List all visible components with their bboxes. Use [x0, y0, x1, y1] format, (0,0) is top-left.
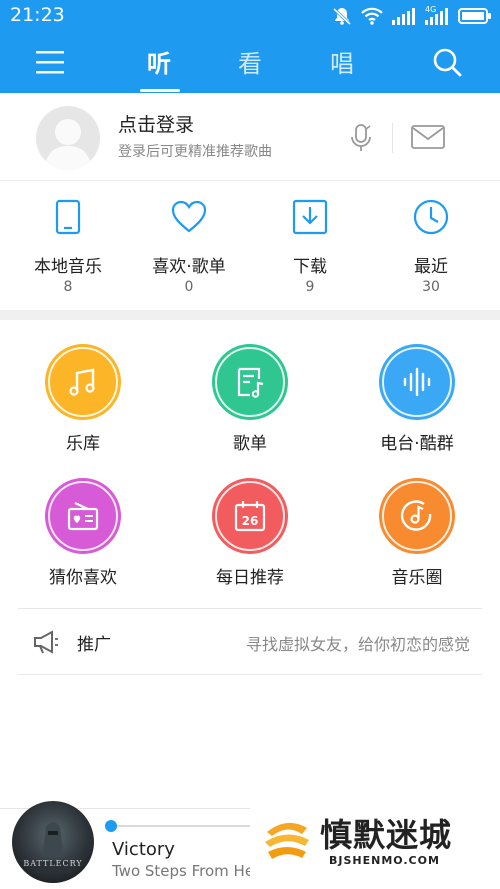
active-tab-indicator	[140, 89, 180, 92]
grid-icon-circle	[212, 344, 288, 420]
app-root: 21:23 4G 听 看 唱 点击登录 登录后可更精准推荐歌曲 本地音乐 8 喜…	[0, 0, 500, 889]
search-icon[interactable]	[432, 47, 462, 77]
clock-icon	[413, 199, 449, 235]
signal-icon	[392, 7, 416, 25]
quick-item-count: 8	[63, 279, 73, 295]
quick-item-local-music[interactable]: 本地音乐 8	[8, 182, 128, 310]
quick-item-favorites[interactable]: 喜欢·歌单 0	[129, 182, 249, 310]
album-cover[interactable]: BATTLECRY	[12, 801, 94, 883]
download-icon	[292, 199, 328, 235]
heart-icon	[171, 200, 207, 233]
phone-icon	[55, 199, 81, 235]
quick-item-download[interactable]: 下载 9	[250, 182, 370, 310]
signal-4g-icon: 4G	[425, 5, 449, 25]
mail-icon[interactable]	[411, 125, 445, 149]
mute-icon	[332, 6, 352, 26]
grid-item-daily-recommend[interactable]: 26 每日推荐	[175, 478, 325, 608]
status-bar: 21:23 4G	[0, 0, 500, 32]
quick-item-recent[interactable]: 最近 30	[371, 182, 491, 310]
progress-knob[interactable]	[105, 820, 117, 832]
grid-item-label: 电台·酷群	[380, 434, 454, 454]
music-circle-icon	[400, 500, 432, 531]
battery-icon	[458, 7, 492, 25]
grid-item-music-circle[interactable]: 音乐圈	[342, 478, 492, 608]
grid-icon-circle: 26	[212, 478, 288, 554]
watermark: 慎默迷城 BJSHENMO.COM	[250, 800, 500, 889]
playlist-icon	[237, 367, 264, 398]
divider	[392, 123, 393, 153]
megaphone-icon	[34, 630, 58, 654]
login-subtitle: 登录后可更精准推荐歌曲	[118, 144, 272, 160]
quick-access-row: 本地音乐 8 喜欢·歌单 0 下载 9 最近 30	[0, 182, 500, 310]
wifi-icon	[361, 7, 383, 25]
top-nav-bar: 听 看 唱	[0, 32, 500, 93]
grid-item-radio[interactable]: 电台·酷群	[342, 344, 492, 474]
section-gap	[0, 310, 500, 320]
radio-heart-icon	[67, 502, 99, 531]
quick-item-label: 最近	[414, 257, 448, 277]
grid-item-label: 音乐圈	[391, 568, 443, 588]
network-label: 4G	[425, 5, 437, 14]
grid-item-label: 每日推荐	[216, 568, 284, 588]
tab-sing[interactable]: 唱	[330, 44, 354, 79]
divider	[18, 674, 482, 675]
login-title[interactable]: 点击登录	[118, 110, 194, 137]
grid-item-playlists[interactable]: 歌单	[175, 344, 325, 474]
watermark-title: 慎默迷城	[320, 816, 453, 854]
sound-wave-icon	[403, 367, 431, 397]
tab-watch[interactable]: 看	[238, 44, 262, 79]
tab-listen[interactable]: 听	[147, 44, 171, 79]
menu-icon[interactable]	[36, 49, 64, 75]
grid-item-label: 乐库	[66, 434, 100, 454]
grid-icon-circle	[45, 478, 121, 554]
avatar[interactable]	[36, 106, 100, 170]
song-artist: Two Steps From Hell	[112, 862, 263, 880]
grid-icon-circle	[379, 344, 455, 420]
grid-item-library[interactable]: 乐库	[8, 344, 158, 474]
quick-item-label: 下载	[293, 257, 327, 277]
promo-row[interactable]: 推广 寻找虚拟女友，给你初恋的感觉	[0, 610, 500, 674]
mic-icon[interactable]	[348, 123, 374, 153]
calendar-day: 26	[242, 514, 259, 528]
status-icons: 4G	[332, 5, 492, 27]
grid-item-guess-you-like[interactable]: 猜你喜欢	[8, 478, 158, 608]
album-art-figure	[34, 822, 72, 873]
watermark-logo-icon	[265, 822, 309, 859]
promo-text[interactable]: 寻找虚拟女友，给你初恋的感觉	[246, 631, 470, 655]
grid-icon-circle	[379, 478, 455, 554]
quick-item-label: 喜欢·歌单	[152, 257, 226, 277]
album-art-text: BATTLECRY	[23, 859, 83, 868]
watermark-subtitle: BJSHENMO.COM	[329, 854, 440, 867]
quick-item-count: 9	[305, 279, 315, 295]
quick-item-count: 30	[422, 279, 440, 295]
grid-icon-circle	[45, 344, 121, 420]
quick-item-count: 0	[184, 279, 194, 295]
song-title: Victory	[112, 839, 175, 860]
grid-item-label: 猜你喜欢	[49, 568, 117, 588]
grid-item-label: 歌单	[233, 434, 267, 454]
quick-item-label: 本地音乐	[34, 257, 102, 277]
status-time: 21:23	[10, 4, 65, 26]
divider	[18, 608, 482, 609]
promo-label: 推广	[77, 635, 111, 655]
calendar-icon: 26	[234, 501, 266, 532]
music-note-icon	[69, 368, 95, 396]
login-section[interactable]: 点击登录 登录后可更精准推荐歌曲	[0, 93, 500, 181]
